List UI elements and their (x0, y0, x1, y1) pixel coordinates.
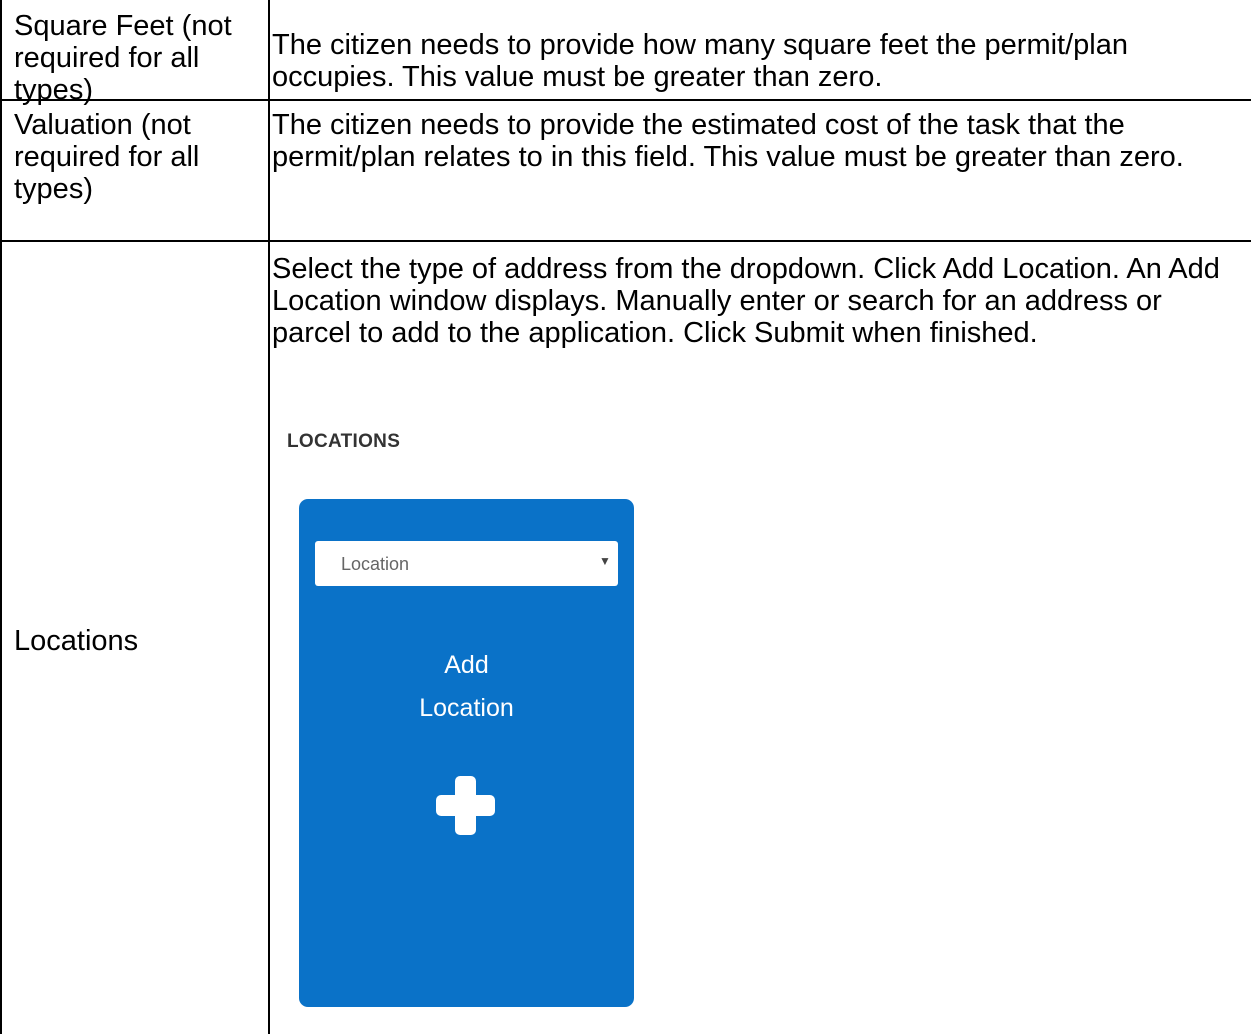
add-location-card[interactable]: Location ▼ Add Location (299, 499, 634, 1007)
field-description-cell: The citizen needs to provide how many sq… (272, 29, 1128, 93)
add-location-label: Location (419, 694, 514, 722)
field-description-cell: The citizen needs to provide the estimat… (272, 109, 1184, 173)
table-row: Valuation (not required for all types) T… (0, 100, 1251, 241)
location-select-value: Location (341, 554, 410, 574)
field-name-cell: Valuation (not required for all types) (14, 109, 200, 205)
plus-icon[interactable] (434, 774, 497, 837)
table-row: Square Feet (not required for all types)… (0, 0, 1251, 106)
table-row: Locations Select the type of address fro… (0, 241, 1251, 1034)
field-name-cell: Locations (14, 625, 139, 657)
locations-heading: LOCATIONS (287, 431, 401, 452)
field-name-cell: Square Feet (not required for all types) (14, 10, 232, 106)
location-type-select[interactable]: Location ▼ (315, 541, 618, 586)
caret-down-icon: ▼ (599, 554, 611, 568)
add-location-label: Add (444, 651, 489, 679)
requirements-table: Square Feet (not required for all types)… (0, 0, 1251, 1034)
field-description-cell: Select the type of address from the drop… (272, 253, 1220, 349)
